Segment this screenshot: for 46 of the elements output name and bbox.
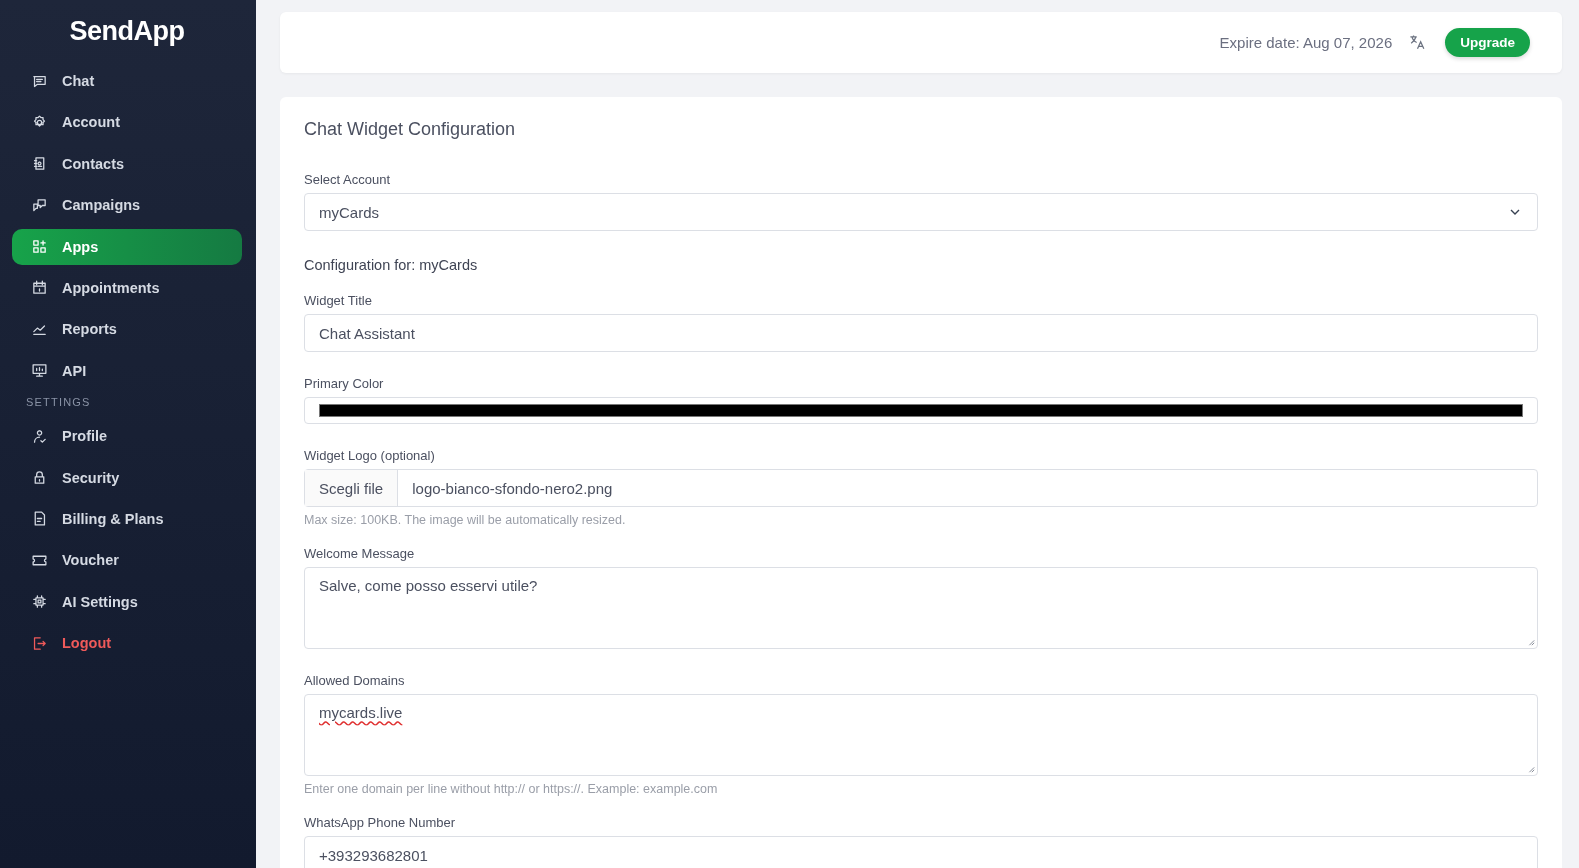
sidebar-item[interactable]: AI Settings (12, 583, 242, 620)
nav-icon (31, 634, 48, 652)
file-name: logo-bianco-sfondo-nero2.png (411, 479, 614, 497)
sidebar-item[interactable]: Voucher (12, 542, 242, 579)
help-text: Enter one domain per line without http:// or https://. Example: example.com (304, 782, 719, 796)
sidebar-item[interactable]: Profile (12, 418, 242, 455)
card-title: Chat Widget Configuration (304, 119, 517, 140)
text-area[interactable]: Salve, come posso esservi utile? (304, 567, 1538, 649)
field-label: Welcome Message (304, 546, 416, 561)
input-field[interactable]: Chat Assistant (304, 314, 1538, 352)
field-label: Widget Title (304, 293, 373, 308)
nav-icon (31, 196, 48, 214)
text-area[interactable]: mycards.live (304, 694, 1538, 776)
nav-icon (31, 427, 48, 445)
field-label: Primary Color (304, 376, 385, 391)
resize-handle-icon[interactable] (1527, 765, 1535, 773)
config-heading: Configuration for: myCards (304, 257, 479, 273)
section-heading: SETTINGS (25, 395, 92, 411)
sidebar-item[interactable]: API (12, 352, 242, 389)
color-picker[interactable] (304, 397, 1538, 424)
input-field[interactable]: +393293682801 (304, 836, 1538, 868)
sidebar-item[interactable]: Logout (12, 625, 242, 662)
nav-icon (31, 593, 48, 611)
logo: SendApp (69, 16, 185, 47)
field-label: WhatsApp Phone Number (304, 815, 457, 830)
expire-date: Expire date: Aug 07, 2026 (1219, 34, 1393, 51)
sidebar-item[interactable]: Chat (12, 63, 242, 99)
sidebar-item[interactable]: Security (12, 459, 242, 496)
sidebar-item[interactable]: Account (12, 104, 242, 141)
help-text: Max size: 100KB. The image will be automatically resized. (304, 513, 627, 527)
choose-file-button[interactable]: Scegli file (305, 470, 399, 506)
sidebar-item[interactable]: Campaigns (12, 187, 242, 224)
nav-icon (31, 362, 48, 380)
sidebar-item[interactable]: Appointments (12, 269, 242, 306)
resize-handle-icon[interactable] (1527, 638, 1535, 646)
sidebar-item[interactable]: Reports (12, 311, 242, 348)
sidebar-item[interactable]: Billing & Plans (12, 500, 242, 537)
field-label: Select Account (304, 172, 391, 187)
sidebar-item[interactable]: Contacts (12, 145, 242, 182)
field-label: Allowed Domains (304, 673, 406, 688)
field-label: Widget Logo (optional) (304, 448, 436, 463)
nav-icon (31, 238, 48, 256)
account-select[interactable]: myCards (304, 193, 1538, 231)
sidebar-item[interactable]: Apps (12, 228, 242, 265)
file-input[interactable]: Scegli file logo-bianco-sfondo-nero2.png (304, 469, 1538, 507)
nav-icon (31, 279, 48, 297)
